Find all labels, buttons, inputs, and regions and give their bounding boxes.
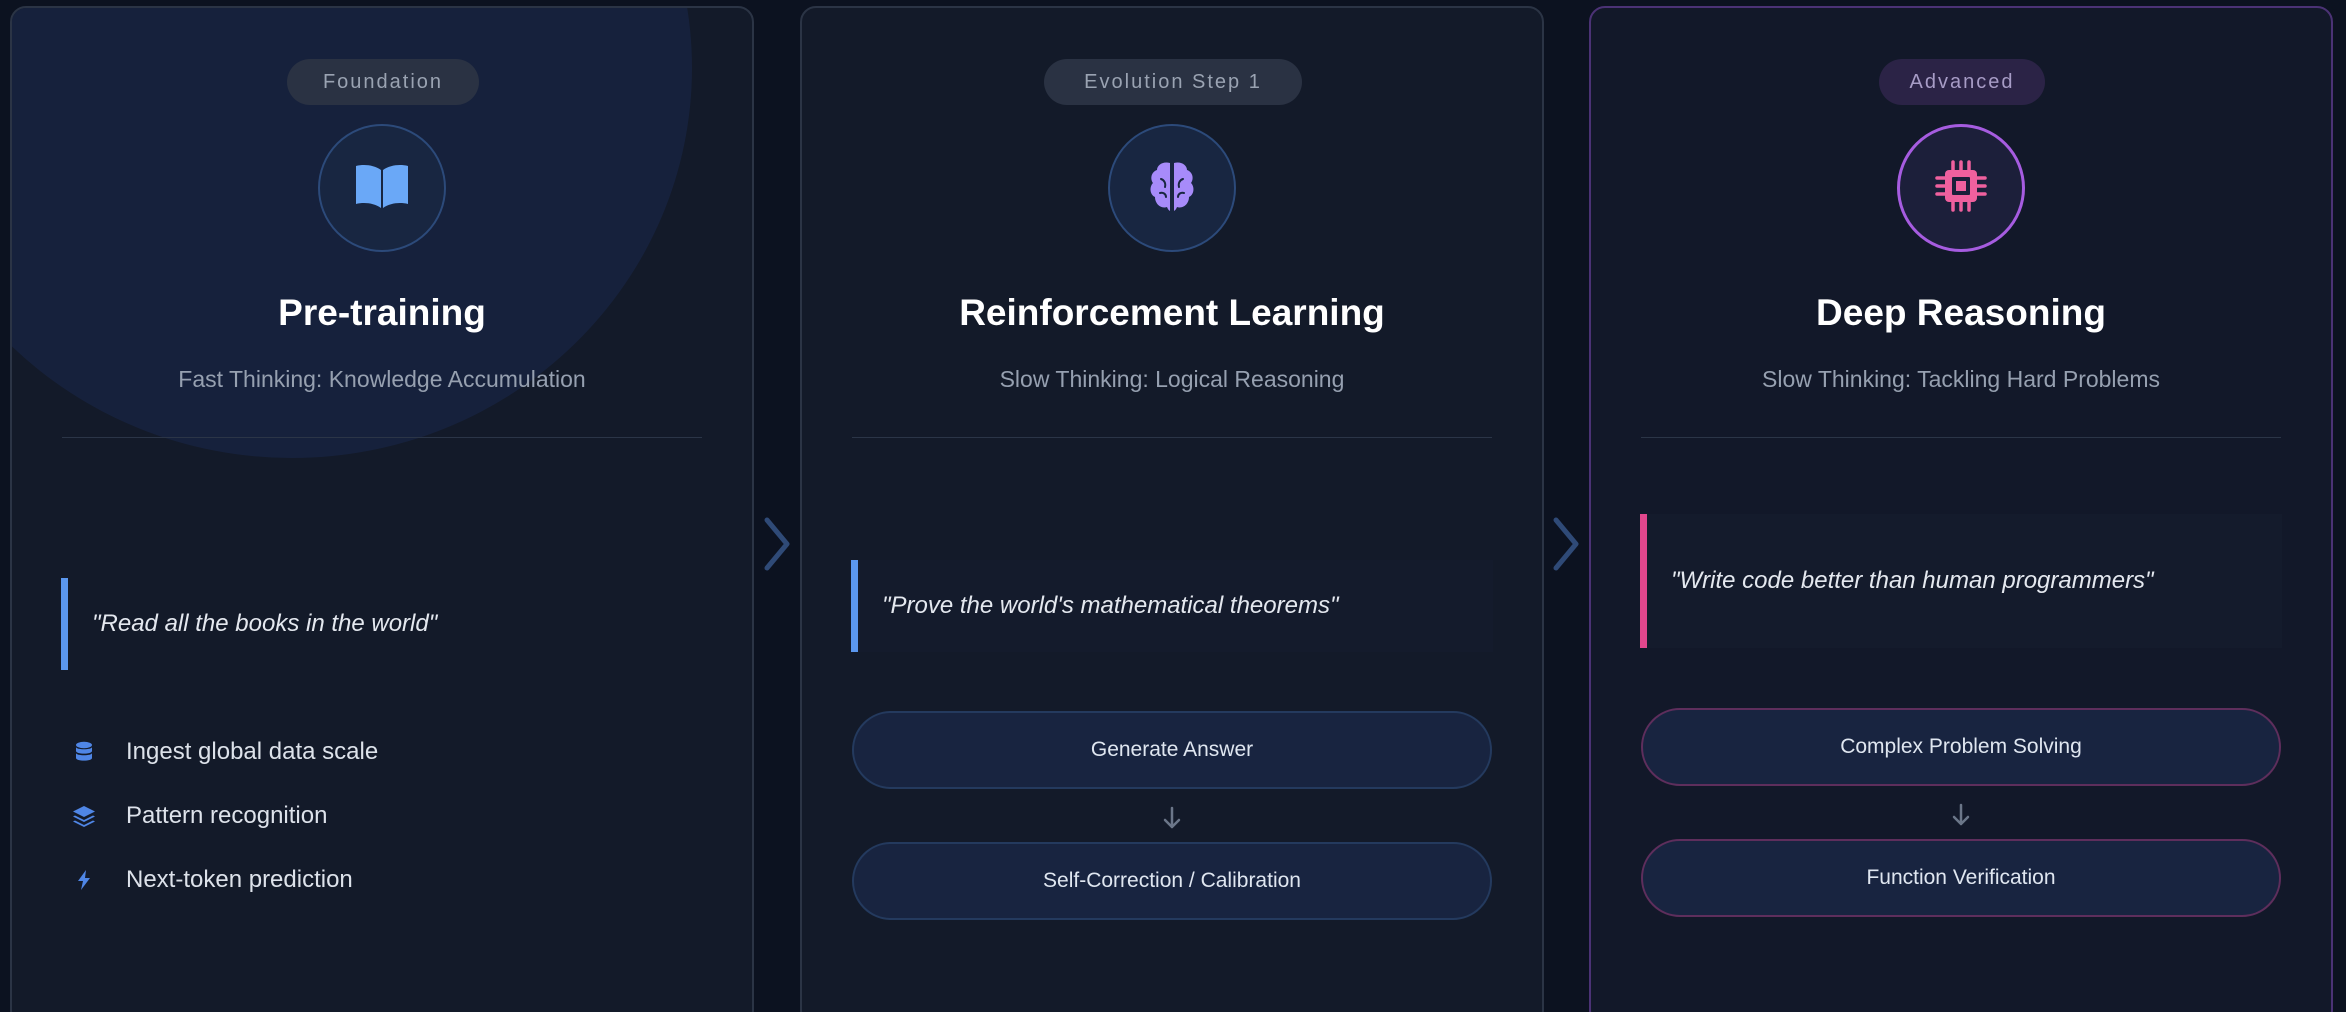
process-step-self-correction: Self-Correction / Calibration: [852, 842, 1492, 920]
chevron-right-icon: [1551, 516, 1581, 577]
evolution-diagram: Foundation Pre-training Fast Thinking: K…: [0, 0, 2346, 1012]
stage-card-deep-reasoning: Advanced Deep Reasoning Slow Thinking: T…: [1589, 6, 2333, 1012]
feature-item: Ingest global data scale: [62, 738, 378, 766]
stage-subtitle: Slow Thinking: Tackling Hard Problems: [1762, 366, 2160, 392]
process-step-function-verification: Function Verification: [1641, 839, 2281, 917]
chevron-right-icon: [762, 516, 792, 577]
stage-icon-circle: [1897, 124, 2025, 252]
database-icon: [62, 741, 106, 763]
divider: [1641, 437, 2281, 438]
brain-icon: [1147, 159, 1197, 218]
feature-label: Pattern recognition: [126, 802, 328, 829]
stage-subtitle: Slow Thinking: Logical Reasoning: [999, 366, 1345, 392]
stage-quote: "Prove the world's mathematical theorems…: [851, 560, 1493, 652]
arrow-down-icon: [802, 806, 1542, 830]
divider: [852, 437, 1492, 438]
stage-quote: "Write code better than human programmer…: [1640, 514, 2282, 648]
stage-card-pretraining: Foundation Pre-training Fast Thinking: K…: [10, 6, 754, 1012]
feature-item: Next-token prediction: [62, 866, 353, 894]
divider: [62, 437, 702, 438]
stage-subtitle: Fast Thinking: Knowledge Accumulation: [178, 366, 586, 392]
chip-icon: [1933, 158, 1989, 219]
stage-badge: Evolution Step 1: [1044, 59, 1302, 105]
process-step-generate-answer: Generate Answer: [852, 711, 1492, 789]
feature-item: Pattern recognition: [62, 802, 327, 830]
stage-badge: Foundation: [287, 59, 479, 105]
stage-card-reinforcement-learning: Evolution Step 1 Reinforcement Learning …: [800, 6, 1544, 1012]
stage-icon-circle: [1108, 124, 1236, 252]
stage-badge: Advanced: [1879, 59, 2045, 105]
stage-icon-circle: [318, 124, 446, 252]
bolt-icon: [62, 870, 106, 890]
process-step-complex-problem-solving: Complex Problem Solving: [1641, 708, 2281, 786]
stage-title: Reinforcement Learning: [959, 292, 1385, 333]
stage-title: Pre-training: [278, 292, 486, 333]
feature-label: Next-token prediction: [126, 866, 353, 893]
feature-label: Ingest global data scale: [126, 738, 379, 765]
arrow-down-icon: [1591, 803, 2331, 827]
stage-title: Deep Reasoning: [1816, 292, 2106, 333]
stage-quote: "Read all the books in the world": [61, 578, 703, 670]
layers-icon: [62, 805, 106, 827]
open-book-icon: [354, 162, 410, 215]
